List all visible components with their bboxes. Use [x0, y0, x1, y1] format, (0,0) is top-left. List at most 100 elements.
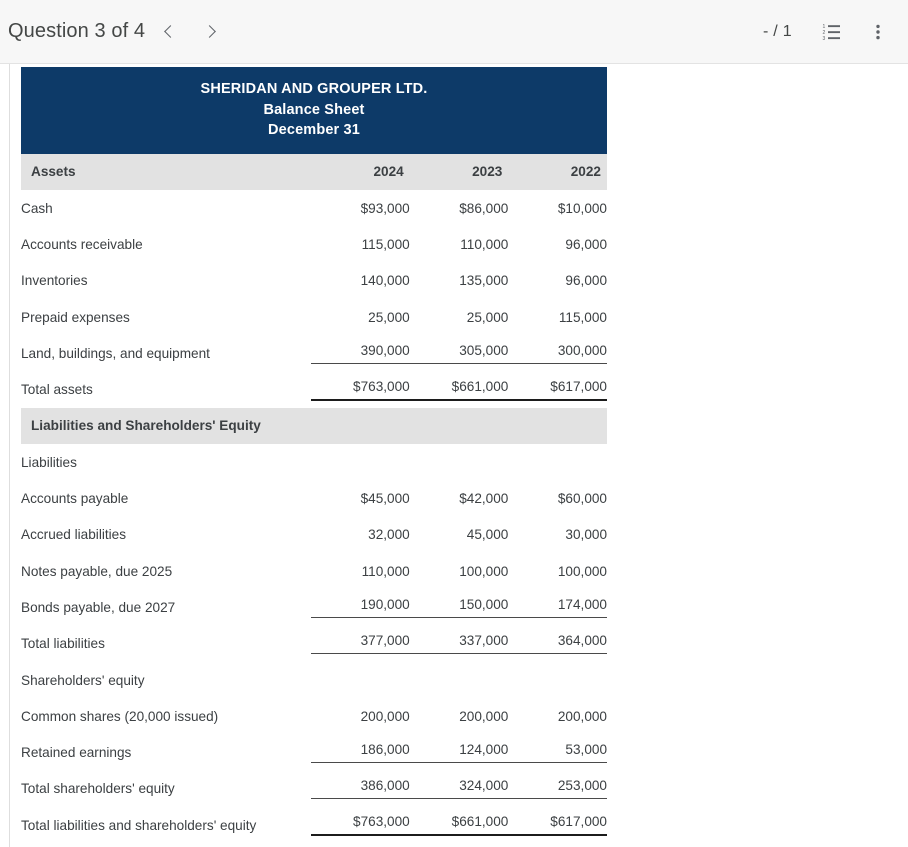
row-label: Total shareholders' equity: [21, 781, 175, 797]
table-row: Cash $93,000 $86,000 $10,000: [21, 190, 607, 226]
table-row: Bonds payable, due 2027 190,000 150,000 174…: [21, 589, 607, 625]
row-value: 300,000: [508, 335, 607, 371]
value-text: $617,000: [508, 379, 607, 401]
row-value: 390,000: [311, 335, 410, 371]
top-toolbar: Question 3 of 4 - / 1 1 2 3: [0, 0, 908, 64]
statement-name: Balance Sheet: [263, 101, 365, 118]
row-value: 25,000: [311, 299, 410, 335]
row-value: 124,000: [409, 734, 509, 770]
toolbar-left-group: Question 3 of 4: [0, 14, 229, 50]
table-row: Shareholders' equity: [21, 662, 607, 698]
table-row: Liabilities: [21, 444, 607, 480]
value-text: 253,000: [508, 778, 607, 800]
row-value: [311, 662, 410, 698]
value-text: $763,000: [311, 814, 410, 837]
section-banner-row: Assets 2024 2023 2022: [21, 153, 607, 191]
value-text: 364,000: [508, 633, 607, 655]
row-value: [508, 662, 607, 698]
row-value: 53,000: [508, 734, 607, 770]
value-text: 100,000: [557, 563, 607, 579]
value-text: 200,000: [360, 708, 410, 724]
previous-question-button[interactable]: [151, 14, 187, 50]
row-value: $763,000: [311, 807, 410, 843]
row-value: $42,000: [410, 480, 509, 516]
row-label: Cash: [21, 200, 53, 216]
row-value: $617,000: [508, 807, 607, 843]
row-value: 45,000: [410, 517, 509, 553]
document-page: SHERIDAN AND GROUPER LTD. Balance Sheet …: [9, 64, 908, 847]
row-value: 150,000: [409, 589, 509, 625]
statement-period: December 31: [268, 122, 360, 139]
statement-title-block: SHERIDAN AND GROUPER LTD. Balance Sheet …: [21, 67, 607, 154]
value-text: 45,000: [466, 527, 509, 543]
row-value: 96,000: [508, 263, 607, 299]
value-text: 190,000: [311, 597, 410, 618]
row-value: 96,000: [508, 226, 607, 262]
row-value: 32,000: [311, 517, 410, 553]
value-text: 337,000: [409, 633, 509, 655]
more-vertical-icon[interactable]: [860, 14, 896, 50]
row-value: 364,000: [508, 626, 607, 662]
value-text: $10,000: [557, 200, 607, 216]
value-text: $42,000: [459, 491, 509, 507]
row-value: 186,000: [311, 734, 410, 770]
table-row: Retained earnings 186,000 124,000 53,000: [21, 734, 607, 770]
row-value: 25,000: [410, 299, 509, 335]
row-label: Bonds payable, due 2027: [21, 599, 176, 615]
row-value: [410, 662, 509, 698]
value-text: 25,000: [368, 309, 410, 325]
row-value: $60,000: [508, 480, 607, 516]
row-value: 110,000: [410, 226, 508, 262]
row-label: Liabilities: [21, 454, 77, 470]
row-value: 135,000: [410, 263, 509, 299]
table-row: Total shareholders' equity 386,000 324,000…: [21, 771, 607, 807]
row-value: [508, 444, 607, 480]
value-text: 174,000: [508, 597, 607, 618]
row-label: Shareholders' equity: [21, 672, 145, 688]
table-row: Total assets $763,000 $661,000 $617,000: [21, 372, 607, 408]
row-value: $10,000: [508, 190, 607, 226]
value-text: $763,000: [311, 379, 410, 401]
row-value: 305,000: [409, 335, 509, 371]
column-header: [508, 407, 607, 445]
row-value: $763,000: [311, 372, 410, 408]
row-label: Notes payable, due 2025: [21, 563, 173, 579]
table-row: Common shares (20,000 issued) 200,000 200,…: [21, 698, 607, 734]
value-text: 115,000: [558, 309, 607, 325]
row-value: 30,000: [508, 517, 607, 553]
next-question-button[interactable]: [193, 14, 229, 50]
row-value: $45,000: [311, 480, 410, 516]
value-text: 150,000: [409, 597, 509, 618]
table-row: Accounts payable $45,000 $42,000 $60,000: [21, 480, 607, 516]
row-value: 200,000: [311, 698, 410, 734]
numbered-list-icon[interactable]: 1 2 3: [814, 14, 850, 50]
svg-text:3: 3: [823, 36, 826, 42]
table-row: Accounts receivable 115,000 110,000 96,000: [21, 226, 607, 262]
value-text: $661,000: [409, 814, 509, 837]
page-number-indicator: - / 1: [762, 22, 792, 40]
value-text: 124,000: [409, 742, 509, 764]
row-value: $661,000: [409, 372, 509, 408]
toolbar-right-group: - / 1 1 2 3: [763, 14, 908, 50]
table-row: Inventories 140,000 135,000 96,000: [21, 263, 607, 299]
chevron-left-icon: [164, 25, 178, 38]
value-text: 135,000: [459, 273, 509, 289]
column-header: [409, 407, 509, 445]
row-value: 100,000: [410, 553, 508, 589]
value-text: 30,000: [565, 527, 607, 543]
row-value: $661,000: [409, 807, 509, 843]
table-row: Total liabilities 377,000 337,000 364,000: [21, 626, 607, 662]
row-label: Common shares (20,000 issued): [21, 708, 219, 724]
row-label: Retained earnings: [21, 745, 132, 761]
value-text: 377,000: [311, 633, 410, 655]
row-value: [410, 444, 509, 480]
value-text: 53,000: [508, 742, 607, 764]
row-label: Total liabilities: [21, 636, 105, 652]
section-banner-label: Assets: [21, 153, 312, 191]
company-name: SHERIDAN AND GROUPER LTD.: [200, 81, 428, 97]
row-value: 115,000: [508, 299, 607, 335]
value-text: $617,000: [508, 814, 607, 837]
question-counter-label: Question 3 of 4: [8, 20, 146, 42]
table-row: Prepaid expenses 25,000 25,000 115,000: [21, 299, 607, 335]
balance-sheet-table: SHERIDAN AND GROUPER LTD. Balance Sheet …: [21, 67, 607, 843]
